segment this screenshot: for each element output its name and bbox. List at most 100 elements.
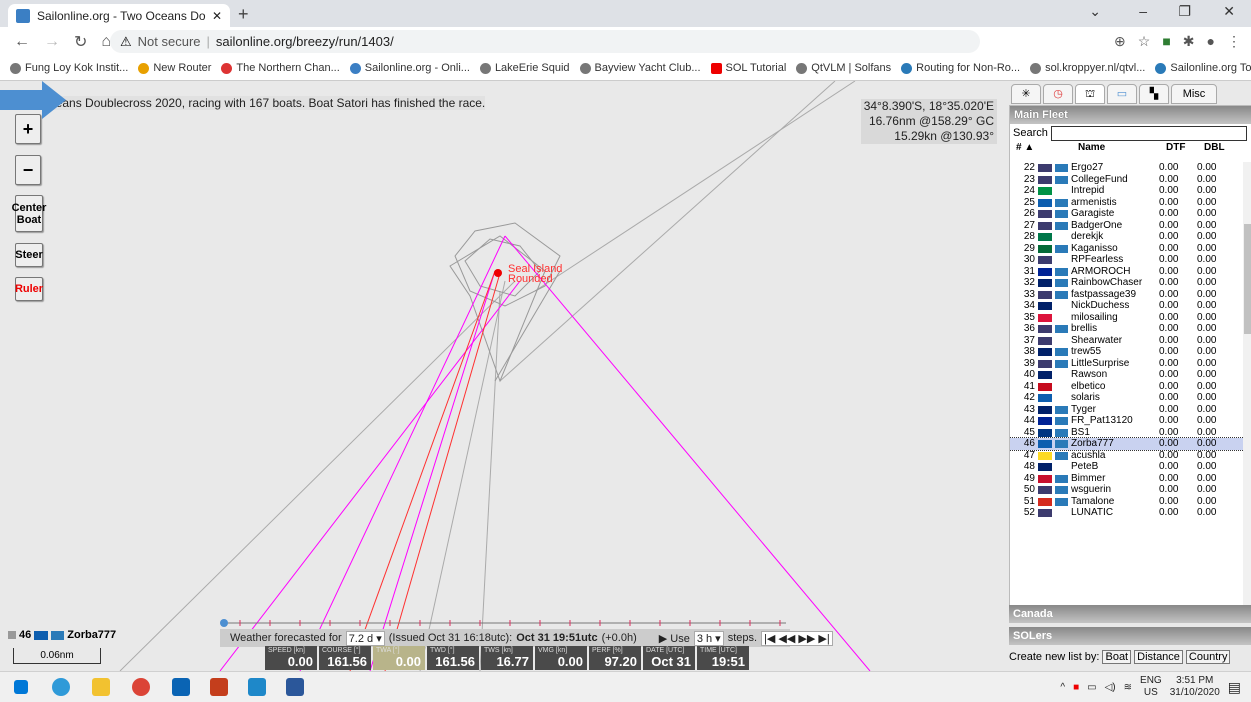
weather-timeline[interactable] [220, 617, 790, 629]
fleet-search-input[interactable] [1050, 125, 1247, 141]
step-controls[interactable]: |◀ ◀◀ ▶▶ ▶| [761, 630, 833, 646]
powerpoint-icon[interactable] [210, 678, 228, 696]
fleet-row[interactable]: 32 RainbowChaser 0.00 0.00 [1010, 277, 1246, 289]
close-window-button[interactable]: ✕ [1223, 3, 1235, 20]
outlook-icon[interactable] [172, 678, 190, 696]
notifications-icon[interactable]: ▤ [1228, 679, 1241, 696]
bookmark[interactable]: sol.kroppyer.nl/qtvl... [1030, 62, 1145, 74]
bookmark[interactable]: Sailonline.org - Onli... [349, 62, 470, 74]
fleet-row[interactable]: 39 LittleSurprise 0.00 0.00 [1010, 358, 1246, 370]
fleet-row[interactable]: 22 Ergo27 0.00 0.00 [1010, 162, 1246, 174]
forecast-days-select[interactable]: 7.2 d ▾ [345, 630, 385, 646]
fleet-row[interactable]: 26 Garagiste 0.00 0.00 [1010, 208, 1246, 220]
col-name[interactable]: Name [1078, 142, 1166, 154]
tab-misc[interactable]: Misc [1171, 84, 1217, 104]
bookmark[interactable]: QtVLM | Solfans [796, 62, 891, 74]
fleet-row[interactable]: 47 acushla 0.00 0.00 [1010, 450, 1246, 462]
fleet-row[interactable]: 43 Tyger 0.00 0.00 [1010, 404, 1246, 416]
fleet-row[interactable]: 50 wsguerin 0.00 0.00 [1010, 484, 1246, 496]
bookmark[interactable]: New Router [138, 62, 211, 74]
fleet-row[interactable]: 33 fastpassage39 0.00 0.00 [1010, 289, 1246, 301]
col-dtf[interactable]: DTF [1166, 142, 1204, 154]
profile-icon[interactable]: ● [1207, 33, 1215, 50]
zoom-icon[interactable]: ⊕ [1114, 33, 1126, 50]
list-by-country-button[interactable]: Country [1185, 650, 1231, 664]
fleet-row[interactable]: 45 BS1 0.00 0.00 [1010, 427, 1246, 439]
steer-button[interactable]: Steer [15, 243, 43, 267]
fleet-row[interactable]: 25 armenistis 0.00 0.00 [1010, 197, 1246, 209]
fleet-row[interactable]: 40 Rawson 0.00 0.00 [1010, 369, 1246, 381]
race-map[interactable]: Two Oceans Doublecross 2020, racing with… [0, 81, 1005, 671]
group-canada[interactable]: Canada [1009, 605, 1251, 623]
boat-marker[interactable] [494, 269, 502, 277]
fleet-row[interactable]: 46 Zorba777 0.00 0.00 [1010, 437, 1246, 451]
puzzle-icon[interactable]: ✱ [1183, 33, 1195, 50]
fleet-scrollbar[interactable] [1243, 162, 1251, 610]
chevron-up-icon[interactable]: ^ [1060, 682, 1065, 693]
fleet-row[interactable]: 51 Tamalone 0.00 0.00 [1010, 496, 1246, 508]
fleet-row[interactable]: 49 Bimmer 0.00 0.00 [1010, 473, 1246, 485]
app-icon[interactable] [248, 678, 266, 696]
browser-tab[interactable]: Sailonline.org - Two Oceans Dou ✕ [8, 4, 230, 27]
windows-start-icon[interactable] [14, 680, 28, 694]
fleet-row[interactable]: 36 brellis 0.00 0.00 [1010, 323, 1246, 335]
bookmark[interactable]: The Northern Chan... [221, 62, 340, 74]
tab-flag[interactable]: ▚ [1139, 84, 1169, 104]
zoom-out-button[interactable]: − [15, 155, 41, 185]
list-by-boat-button[interactable]: Boat [1102, 650, 1132, 664]
tab-weather[interactable]: ✳ [1011, 84, 1041, 104]
minimize-button[interactable]: – [1139, 3, 1147, 19]
fleet-row[interactable]: 23 CollegeFund 0.00 0.00 [1010, 174, 1246, 186]
bookmark[interactable]: Sailonline.org Tools... [1155, 62, 1251, 74]
step-select[interactable]: 3 h ▾ [693, 630, 724, 646]
bookmark[interactable]: Bayview Yacht Club... [579, 62, 701, 74]
url-field[interactable]: ⚠ Not secure | sailonline.org/breezy/run… [110, 30, 980, 53]
wifi-icon[interactable]: ≋ [1124, 682, 1132, 693]
reload-icon[interactable]: ↻ [74, 32, 87, 52]
tab-chat[interactable]: ▭ [1107, 84, 1137, 104]
fleet-row[interactable]: 52 LUNATIC 0.00 0.00 [1010, 507, 1246, 519]
bookmark[interactable]: LakeErie Squid [479, 62, 570, 74]
fleet-row[interactable]: 37 Shearwater 0.00 0.00 [1010, 335, 1246, 347]
restore-button[interactable]: ❐ [1178, 3, 1191, 20]
fleet-row[interactable]: 28 derekjk 0.00 0.00 [1010, 231, 1246, 243]
clock[interactable]: 3:51 PM 31/10/2020 [1170, 675, 1220, 699]
fleet-row[interactable]: 27 BadgerOne 0.00 0.00 [1010, 220, 1246, 232]
col-dbl[interactable]: DBL [1204, 142, 1236, 154]
fleet-row[interactable]: 34 NickDuchess 0.00 0.00 [1010, 300, 1246, 312]
fleet-row[interactable]: 44 FR_Pat13120 0.00 0.00 [1010, 415, 1246, 427]
fleet-row[interactable]: 31 ARMOROCH 0.00 0.00 [1010, 266, 1246, 278]
group-solers[interactable]: SOLers [1009, 627, 1251, 645]
use-step-button[interactable]: ▶ Use [659, 632, 690, 645]
bookmark[interactable]: Routing for Non-Ro... [901, 62, 1020, 74]
star-icon[interactable]: ☆ [1138, 33, 1151, 50]
fleet-row[interactable]: 38 trew55 0.00 0.00 [1010, 346, 1246, 358]
chevron-down-icon[interactable]: ⌄ [1089, 3, 1101, 20]
col-rank[interactable]: # ▲ [1016, 142, 1078, 154]
fleet-row[interactable]: 24 Intrepid 0.00 0.00 [1010, 185, 1246, 197]
tray-app-icon[interactable]: ■ [1073, 682, 1079, 693]
fleet-row[interactable]: 48 PeteB 0.00 0.00 [1010, 461, 1246, 473]
battery-icon[interactable]: ▭ [1087, 682, 1096, 693]
fleet-title[interactable]: Main Fleet [1010, 106, 1251, 124]
forward-icon[interactable]: → [44, 33, 60, 51]
fleet-row[interactable]: 41 elbetico 0.00 0.00 [1010, 381, 1246, 393]
edge-icon[interactable] [52, 678, 70, 696]
fleet-row[interactable]: 35 milosailing 0.00 0.00 [1010, 312, 1246, 324]
map-canvas[interactable] [0, 81, 1005, 671]
ruler-button[interactable]: Ruler [15, 277, 43, 301]
close-tab-icon[interactable]: ✕ [212, 9, 222, 23]
list-by-distance-button[interactable]: Distance [1134, 650, 1183, 664]
menu-icon[interactable]: ⋮ [1227, 33, 1241, 50]
bookmark[interactable]: SOL Tutorial [710, 62, 786, 74]
back-icon[interactable]: ← [14, 33, 30, 51]
word-icon[interactable] [286, 678, 304, 696]
fleet-row[interactable]: 42 solaris 0.00 0.00 [1010, 392, 1246, 404]
tab-leaderboard[interactable]: ⛫ [1075, 84, 1105, 104]
timeline-slider-handle[interactable] [220, 619, 228, 627]
tab-clock[interactable]: ◷ [1043, 84, 1073, 104]
chrome-icon[interactable] [132, 678, 150, 696]
extension-icon[interactable]: ■ [1162, 33, 1170, 50]
fleet-row[interactable]: 30 RPFearless 0.00 0.00 [1010, 254, 1246, 266]
language-indicator[interactable]: ENG US [1140, 675, 1162, 699]
